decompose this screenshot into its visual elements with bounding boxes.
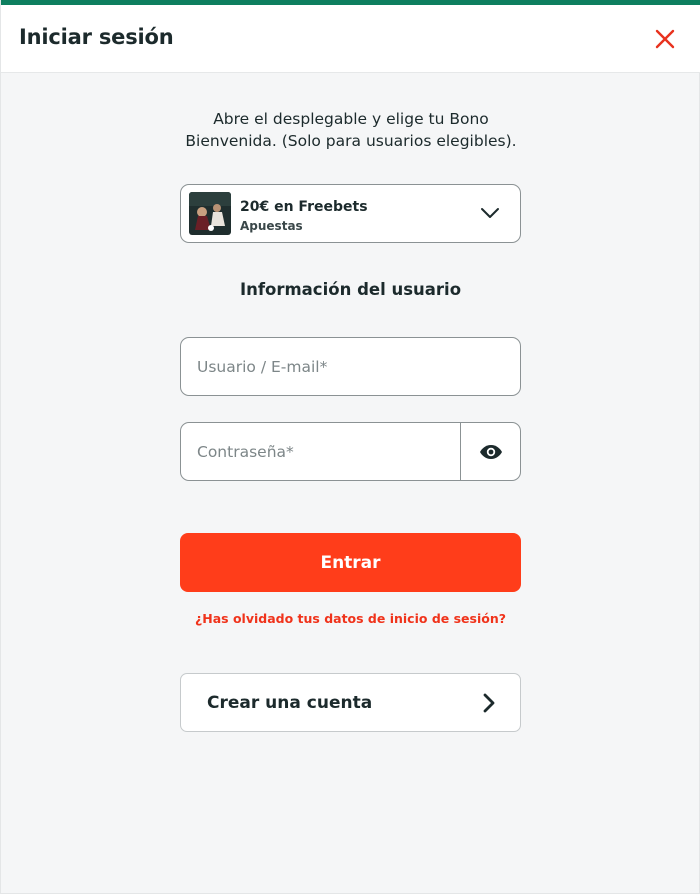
password-field bbox=[180, 422, 521, 481]
close-icon bbox=[655, 29, 675, 49]
eye-icon bbox=[480, 444, 502, 459]
chevron-right-icon bbox=[483, 693, 495, 713]
forgot-credentials-link[interactable]: ¿Has olvidado tus datos de inicio de ses… bbox=[180, 611, 521, 626]
create-account-button[interactable]: Crear una cuenta bbox=[180, 673, 521, 732]
bonus-subtitle: Apuestas bbox=[240, 219, 303, 233]
login-submit-button[interactable]: Entrar bbox=[180, 533, 521, 592]
bonus-dropdown[interactable]: 20€ en Freebets Apuestas bbox=[180, 184, 521, 243]
modal-header: Iniciar sesión bbox=[1, 5, 700, 73]
username-input[interactable] bbox=[180, 337, 521, 396]
chevron-down-icon bbox=[481, 208, 499, 218]
bonus-title: 20€ en Freebets bbox=[240, 199, 368, 215]
create-account-label: Crear una cuenta bbox=[207, 693, 373, 713]
show-password-button[interactable] bbox=[460, 422, 521, 481]
user-info-heading: Información del usuario bbox=[239, 280, 462, 299]
login-modal: Iniciar sesión Abre el desplegable y eli… bbox=[0, 0, 700, 894]
bonus-thumbnail bbox=[189, 192, 231, 235]
modal-title: Iniciar sesión bbox=[19, 25, 174, 49]
bonus-intro-text: Abre el desplegable y elige tu Bono Bien… bbox=[185, 110, 517, 150]
close-button[interactable] bbox=[649, 23, 681, 55]
